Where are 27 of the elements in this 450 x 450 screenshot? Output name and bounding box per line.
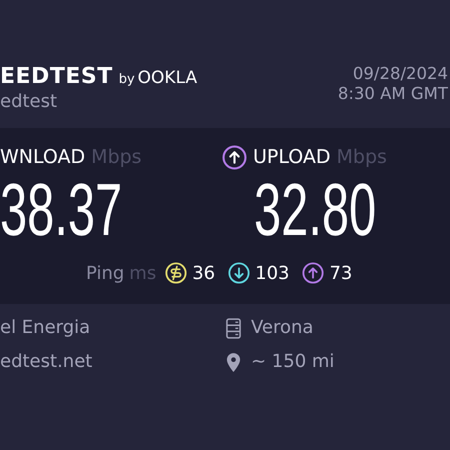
provider-text: edtest.net <box>0 350 94 374</box>
upload-icon <box>222 144 247 170</box>
speed-unit: Mbps <box>91 146 142 168</box>
test-date: 09/28/2024 <box>352 64 448 83</box>
ping-value: 36 <box>192 262 216 284</box>
brand-logo: OOKLA <box>138 68 198 88</box>
idle-ping-icon <box>165 262 188 284</box>
ping-unit: ms <box>129 262 156 284</box>
app-subtitle: edtest <box>0 91 58 112</box>
download-label: WNLOAD <box>0 146 86 168</box>
location-pin-icon <box>226 352 241 372</box>
ping-value: 103 <box>255 262 290 284</box>
ping-value: 73 <box>329 262 352 284</box>
server-text: Verona <box>251 316 314 340</box>
provider-text: el Energia <box>0 316 92 340</box>
upload-speed: 32.80 <box>254 170 376 250</box>
speed-unit: Mbps <box>336 146 387 168</box>
server-icon <box>226 318 241 338</box>
ping-label: Ping <box>86 262 124 284</box>
upload-label: UPLOAD <box>253 146 331 168</box>
brand-name: EEDTEST <box>0 64 113 89</box>
upload-ping-icon <box>302 262 324 284</box>
download-speed: 38.37 <box>0 170 122 250</box>
download-ping-icon <box>228 262 250 284</box>
brand-by: by <box>118 72 135 87</box>
distance-text: ~ 150 mi <box>251 350 334 374</box>
test-time: 8:30 AM GMT <box>338 84 448 103</box>
